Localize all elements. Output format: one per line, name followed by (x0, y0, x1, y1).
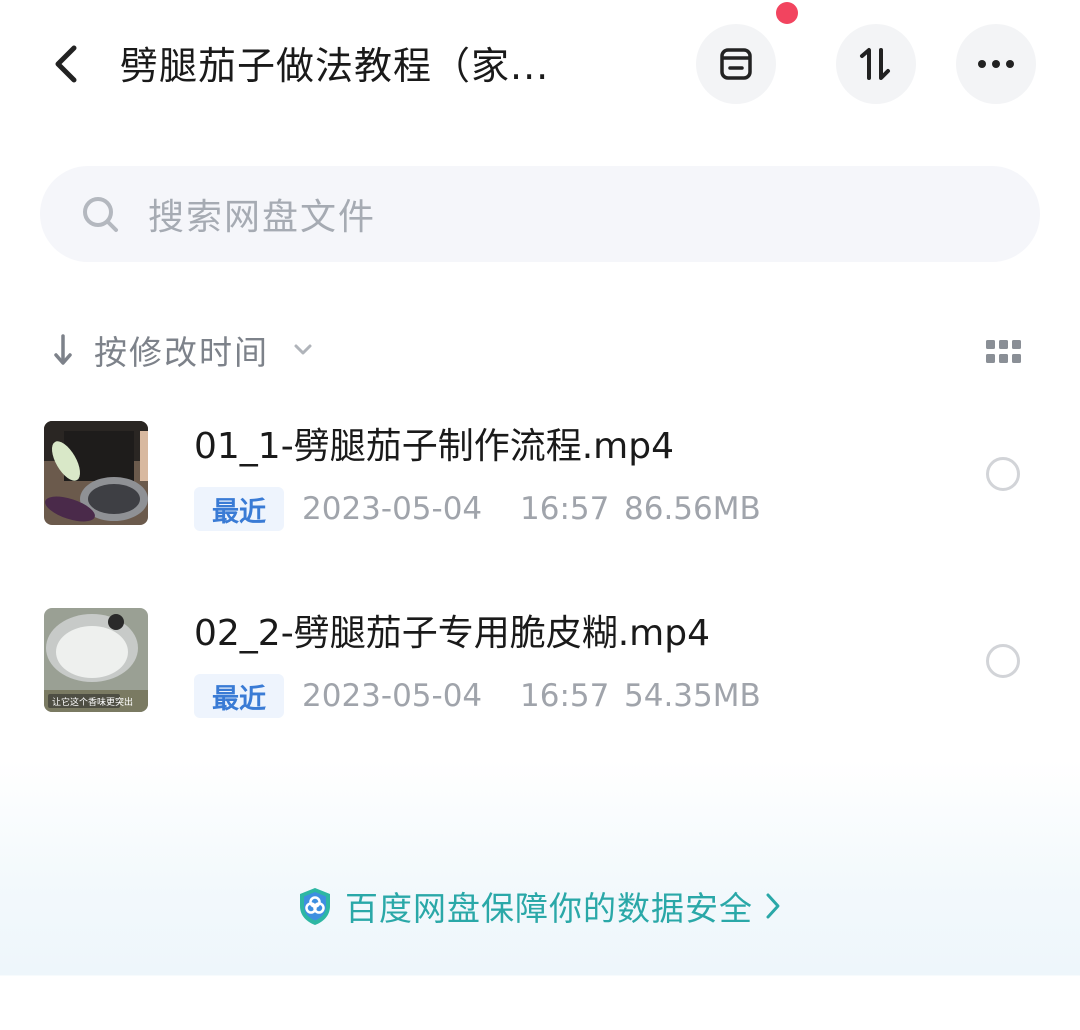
chevron-down-icon (294, 344, 312, 355)
search-placeholder: 搜索网盘文件 (148, 197, 377, 238)
file-row[interactable]: 让它这个香味更突出 02_2-劈腿茄子专用脆皮糊.mp4 最近 2023-05-… (0, 608, 1080, 738)
select-checkbox[interactable] (986, 457, 1020, 491)
file-row[interactable]: 01_1-劈腿茄子制作流程.mp4 最近 2023-05-04 16:57 86… (0, 421, 1080, 551)
file-size: 54.35MB (624, 678, 761, 714)
grid-view-button[interactable] (984, 338, 1024, 366)
arrow-down-icon (54, 334, 72, 365)
search-bar[interactable]: 搜索网盘文件 (40, 166, 1040, 262)
file-date: 2023-05-04 (302, 491, 483, 527)
box-button[interactable] (696, 24, 776, 104)
back-button[interactable] (40, 38, 92, 90)
video-thumbnail: 让它这个香味更突出 (44, 608, 148, 712)
file-size: 86.56MB (624, 491, 761, 527)
search-icon (83, 197, 118, 232)
file-name: 01_1-劈腿茄子制作流程.mp4 (194, 426, 674, 467)
chevron-left-icon (55, 45, 77, 83)
sort-dropdown[interactable]: 按修改时间 (48, 324, 315, 376)
box-icon (720, 48, 752, 80)
grid-view-icon (986, 340, 1021, 363)
recent-badge: 最近 (194, 674, 284, 718)
chevron-right-icon (766, 893, 780, 919)
video-thumbnail (44, 421, 148, 525)
sort-icon (860, 48, 890, 80)
shield-icon (300, 888, 330, 925)
data-security-link[interactable]: 百度网盘保障你的数据安全 (0, 880, 1080, 932)
sort-label: 按修改时间 (94, 333, 269, 372)
file-time: 16:57 (520, 678, 610, 714)
more-icon (978, 60, 1014, 68)
more-button[interactable] (956, 24, 1036, 104)
select-checkbox[interactable] (986, 644, 1020, 678)
file-name: 02_2-劈腿茄子专用脆皮糊.mp4 (194, 613, 710, 654)
sort-button[interactable] (836, 24, 916, 104)
page-title: 劈腿茄子做法教程（家... (120, 44, 550, 88)
thumbnail-caption: 让它这个香味更突出 (52, 696, 133, 708)
file-time: 16:57 (520, 491, 610, 527)
file-folder-page: 劈腿茄子做法教程（家... 搜索网盘文件 按修改时间 01_1-劈腿茄子制作流程… (0, 0, 1080, 1030)
recent-badge: 最近 (194, 487, 284, 531)
security-text: 百度网盘保障你的数据安全 (345, 889, 753, 928)
file-date: 2023-05-04 (302, 678, 483, 714)
notification-dot (776, 2, 798, 24)
